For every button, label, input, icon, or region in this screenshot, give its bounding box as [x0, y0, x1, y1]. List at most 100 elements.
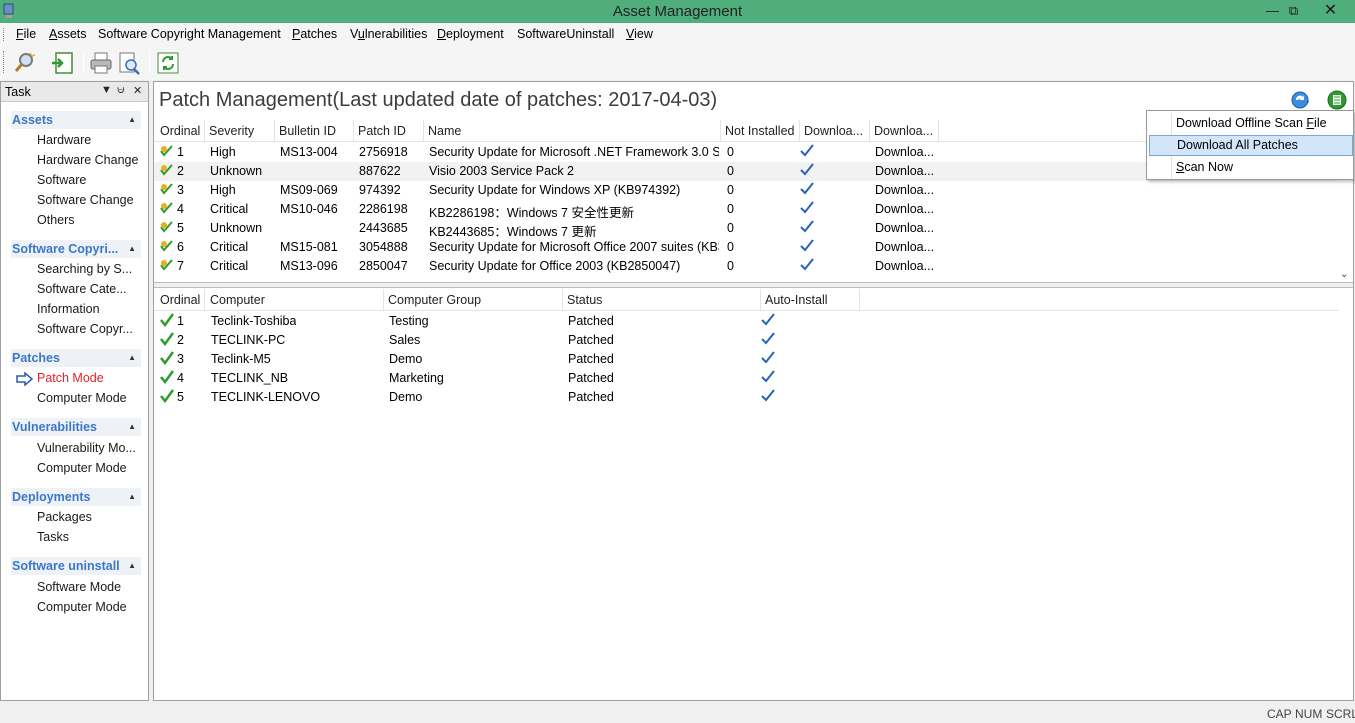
- col-computer-group[interactable]: Computer Group: [388, 293, 481, 307]
- cell-patch-id: 2443685: [359, 221, 408, 235]
- status-bar: CAP NUM SCRL: [0, 703, 1355, 723]
- table-row[interactable]: 4 Critical MS10-046 2286198 KB2286198：Wi…: [154, 200, 1339, 220]
- search-icon[interactable]: [12, 50, 38, 76]
- pin-icon[interactable]: ⩁: [117, 84, 125, 97]
- collapse-arrow-icon[interactable]: ▲: [128, 557, 136, 575]
- col-status[interactable]: Status: [567, 293, 602, 307]
- collapse-arrow-icon[interactable]: ▲: [128, 349, 136, 367]
- col-name[interactable]: Name: [428, 124, 461, 138]
- checkmark-icon: [761, 332, 775, 345]
- collapse-arrow-icon[interactable]: ▲: [128, 240, 136, 258]
- close-pane-icon[interactable]: ✕: [133, 84, 142, 97]
- task-software-mode[interactable]: Software Mode: [37, 580, 121, 594]
- cell-not-installed: 0: [727, 164, 734, 178]
- table-row[interactable]: 1 Teclink-Toshiba Testing Patched: [154, 312, 1339, 331]
- collapse-arrow-icon[interactable]: ▲: [128, 488, 136, 506]
- task-vulnerability-mode[interactable]: Vulnerability Mo...: [37, 441, 136, 455]
- globe-dropdown-icon[interactable]: [1291, 90, 1311, 110]
- collapse-arrow-icon[interactable]: ▲: [128, 111, 136, 129]
- import-icon[interactable]: [49, 50, 75, 76]
- table-row[interactable]: 2 TECLINK-PC Sales Patched: [154, 331, 1339, 350]
- group-software-copyright[interactable]: Software Copyri... ▲: [11, 240, 141, 258]
- cell-download: Downloa...: [875, 240, 935, 254]
- page-title: Patch Management(Last updated date of pa…: [159, 89, 718, 111]
- task-software[interactable]: Software: [37, 173, 86, 187]
- collapse-arrow-icon[interactable]: ▲: [128, 418, 136, 436]
- close-button[interactable]: ✕: [1312, 0, 1349, 21]
- cell-status: Patched: [568, 352, 614, 366]
- task-information[interactable]: Information: [37, 302, 100, 316]
- cell-status: Patched: [568, 314, 614, 328]
- menu-software-copyright-management[interactable]: Software Copyright Management: [98, 27, 281, 41]
- group-deployments[interactable]: Deployments ▲: [11, 488, 141, 506]
- maximize-button[interactable]: ⧉: [1280, 0, 1307, 21]
- col-bulletin-id[interactable]: Bulletin ID: [279, 124, 336, 138]
- cell-not-installed: 0: [727, 221, 734, 235]
- scroll-down-icon[interactable]: ⌄: [1340, 269, 1348, 280]
- table-row[interactable]: 6 Critical MS15-081 3054888 Security Upd…: [154, 238, 1339, 257]
- group-patches[interactable]: Patches ▲: [11, 349, 141, 367]
- print-preview-icon[interactable]: [116, 50, 142, 76]
- menu-view[interactable]: View: [626, 27, 653, 41]
- menu-patches[interactable]: Patches: [292, 27, 337, 41]
- col-auto-install[interactable]: Auto-Install: [765, 293, 828, 307]
- refresh-icon[interactable]: [155, 50, 181, 76]
- task-searching-by-software[interactable]: Searching by S...: [37, 262, 132, 276]
- task-computer-mode-vulnerabilities[interactable]: Computer Mode: [37, 461, 127, 475]
- task-computer-mode-uninstall[interactable]: Computer Mode: [37, 600, 127, 614]
- cell-not-installed: 0: [727, 145, 734, 159]
- col-severity[interactable]: Severity: [209, 124, 254, 138]
- menu-item-scan-now[interactable]: Scan Now: [1149, 157, 1353, 178]
- col-ordinal[interactable]: Ordinal: [160, 293, 200, 307]
- table-row[interactable]: 3 High MS09-069 974392 Security Update f…: [154, 181, 1339, 200]
- group-vulnerabilities[interactable]: Vulnerabilities ▲: [11, 418, 141, 436]
- task-hardware-change[interactable]: Hardware Change: [37, 153, 138, 167]
- menu-file[interactable]: File: [16, 27, 36, 41]
- excel-export-icon[interactable]: [1327, 90, 1347, 110]
- col-download-2[interactable]: Downloa...: [874, 124, 938, 138]
- cell-ordinal: 1: [177, 314, 184, 328]
- cell-group: Demo: [389, 390, 423, 404]
- table-row[interactable]: 4 TECLINK_NB Marketing Patched: [154, 369, 1339, 388]
- menu-assets[interactable]: Assets: [49, 27, 87, 41]
- toolbar-grip[interactable]: [3, 51, 6, 73]
- cell-patch-id: 887622: [359, 164, 401, 178]
- col-patch-id[interactable]: Patch ID: [358, 124, 406, 138]
- task-packages[interactable]: Packages: [37, 510, 92, 524]
- col-not-installed[interactable]: Not Installed: [725, 124, 794, 138]
- table-row[interactable]: 7 Critical MS13-096 2850047 Security Upd…: [154, 257, 1339, 276]
- task-patch-mode[interactable]: Patch Mode: [37, 371, 104, 385]
- menu-vulnerabilities[interactable]: Vulnerabilities: [350, 27, 427, 41]
- splitter[interactable]: [154, 282, 1353, 288]
- task-tasks[interactable]: Tasks: [37, 530, 69, 544]
- table-row[interactable]: 3 Teclink-M5 Demo Patched: [154, 350, 1339, 369]
- task-software-category[interactable]: Software Cate...: [37, 282, 127, 296]
- group-assets[interactable]: Assets ▲: [11, 111, 141, 129]
- col-ordinal[interactable]: Ordinal: [160, 124, 200, 138]
- menu-deployment[interactable]: Deployment: [437, 27, 504, 41]
- cell-download: Downloa...: [875, 259, 935, 273]
- print-icon[interactable]: [88, 50, 114, 76]
- cell-ordinal: 5: [177, 390, 184, 404]
- col-computer[interactable]: Computer: [210, 293, 265, 307]
- table-row[interactable]: 5 TECLINK-LENOVO Demo Patched: [154, 388, 1339, 407]
- task-others[interactable]: Others: [37, 213, 75, 227]
- menu-item-download-offline-scan-file[interactable]: Download Offline Scan File: [1149, 113, 1353, 134]
- cell-ordinal: 3: [177, 183, 184, 197]
- cell-group: Testing: [389, 314, 429, 328]
- checkmark-icon: [800, 201, 814, 214]
- task-computer-mode-patches[interactable]: Computer Mode: [37, 391, 127, 405]
- menu-softwareuninstall[interactable]: SoftwareUninstall: [517, 27, 614, 41]
- table-row[interactable]: 5 Unknown 2443685 KB2443685：Windows 7 更新…: [154, 219, 1339, 239]
- menubar-grip[interactable]: [3, 28, 6, 41]
- task-hardware[interactable]: Hardware: [37, 133, 91, 147]
- dropdown-icon[interactable]: ▼: [101, 84, 112, 96]
- menu-item-download-all-patches[interactable]: Download All Patches: [1149, 135, 1353, 156]
- task-pane-title: Task: [5, 85, 31, 99]
- group-software-uninstall[interactable]: Software uninstall ▲: [11, 557, 141, 575]
- task-software-change[interactable]: Software Change: [37, 193, 134, 207]
- task-software-copyright[interactable]: Software Copyr...: [37, 322, 133, 336]
- col-download-1[interactable]: Downloa...: [804, 124, 868, 138]
- toolbar-separator: [83, 51, 84, 73]
- cell-status: Patched: [568, 390, 614, 404]
